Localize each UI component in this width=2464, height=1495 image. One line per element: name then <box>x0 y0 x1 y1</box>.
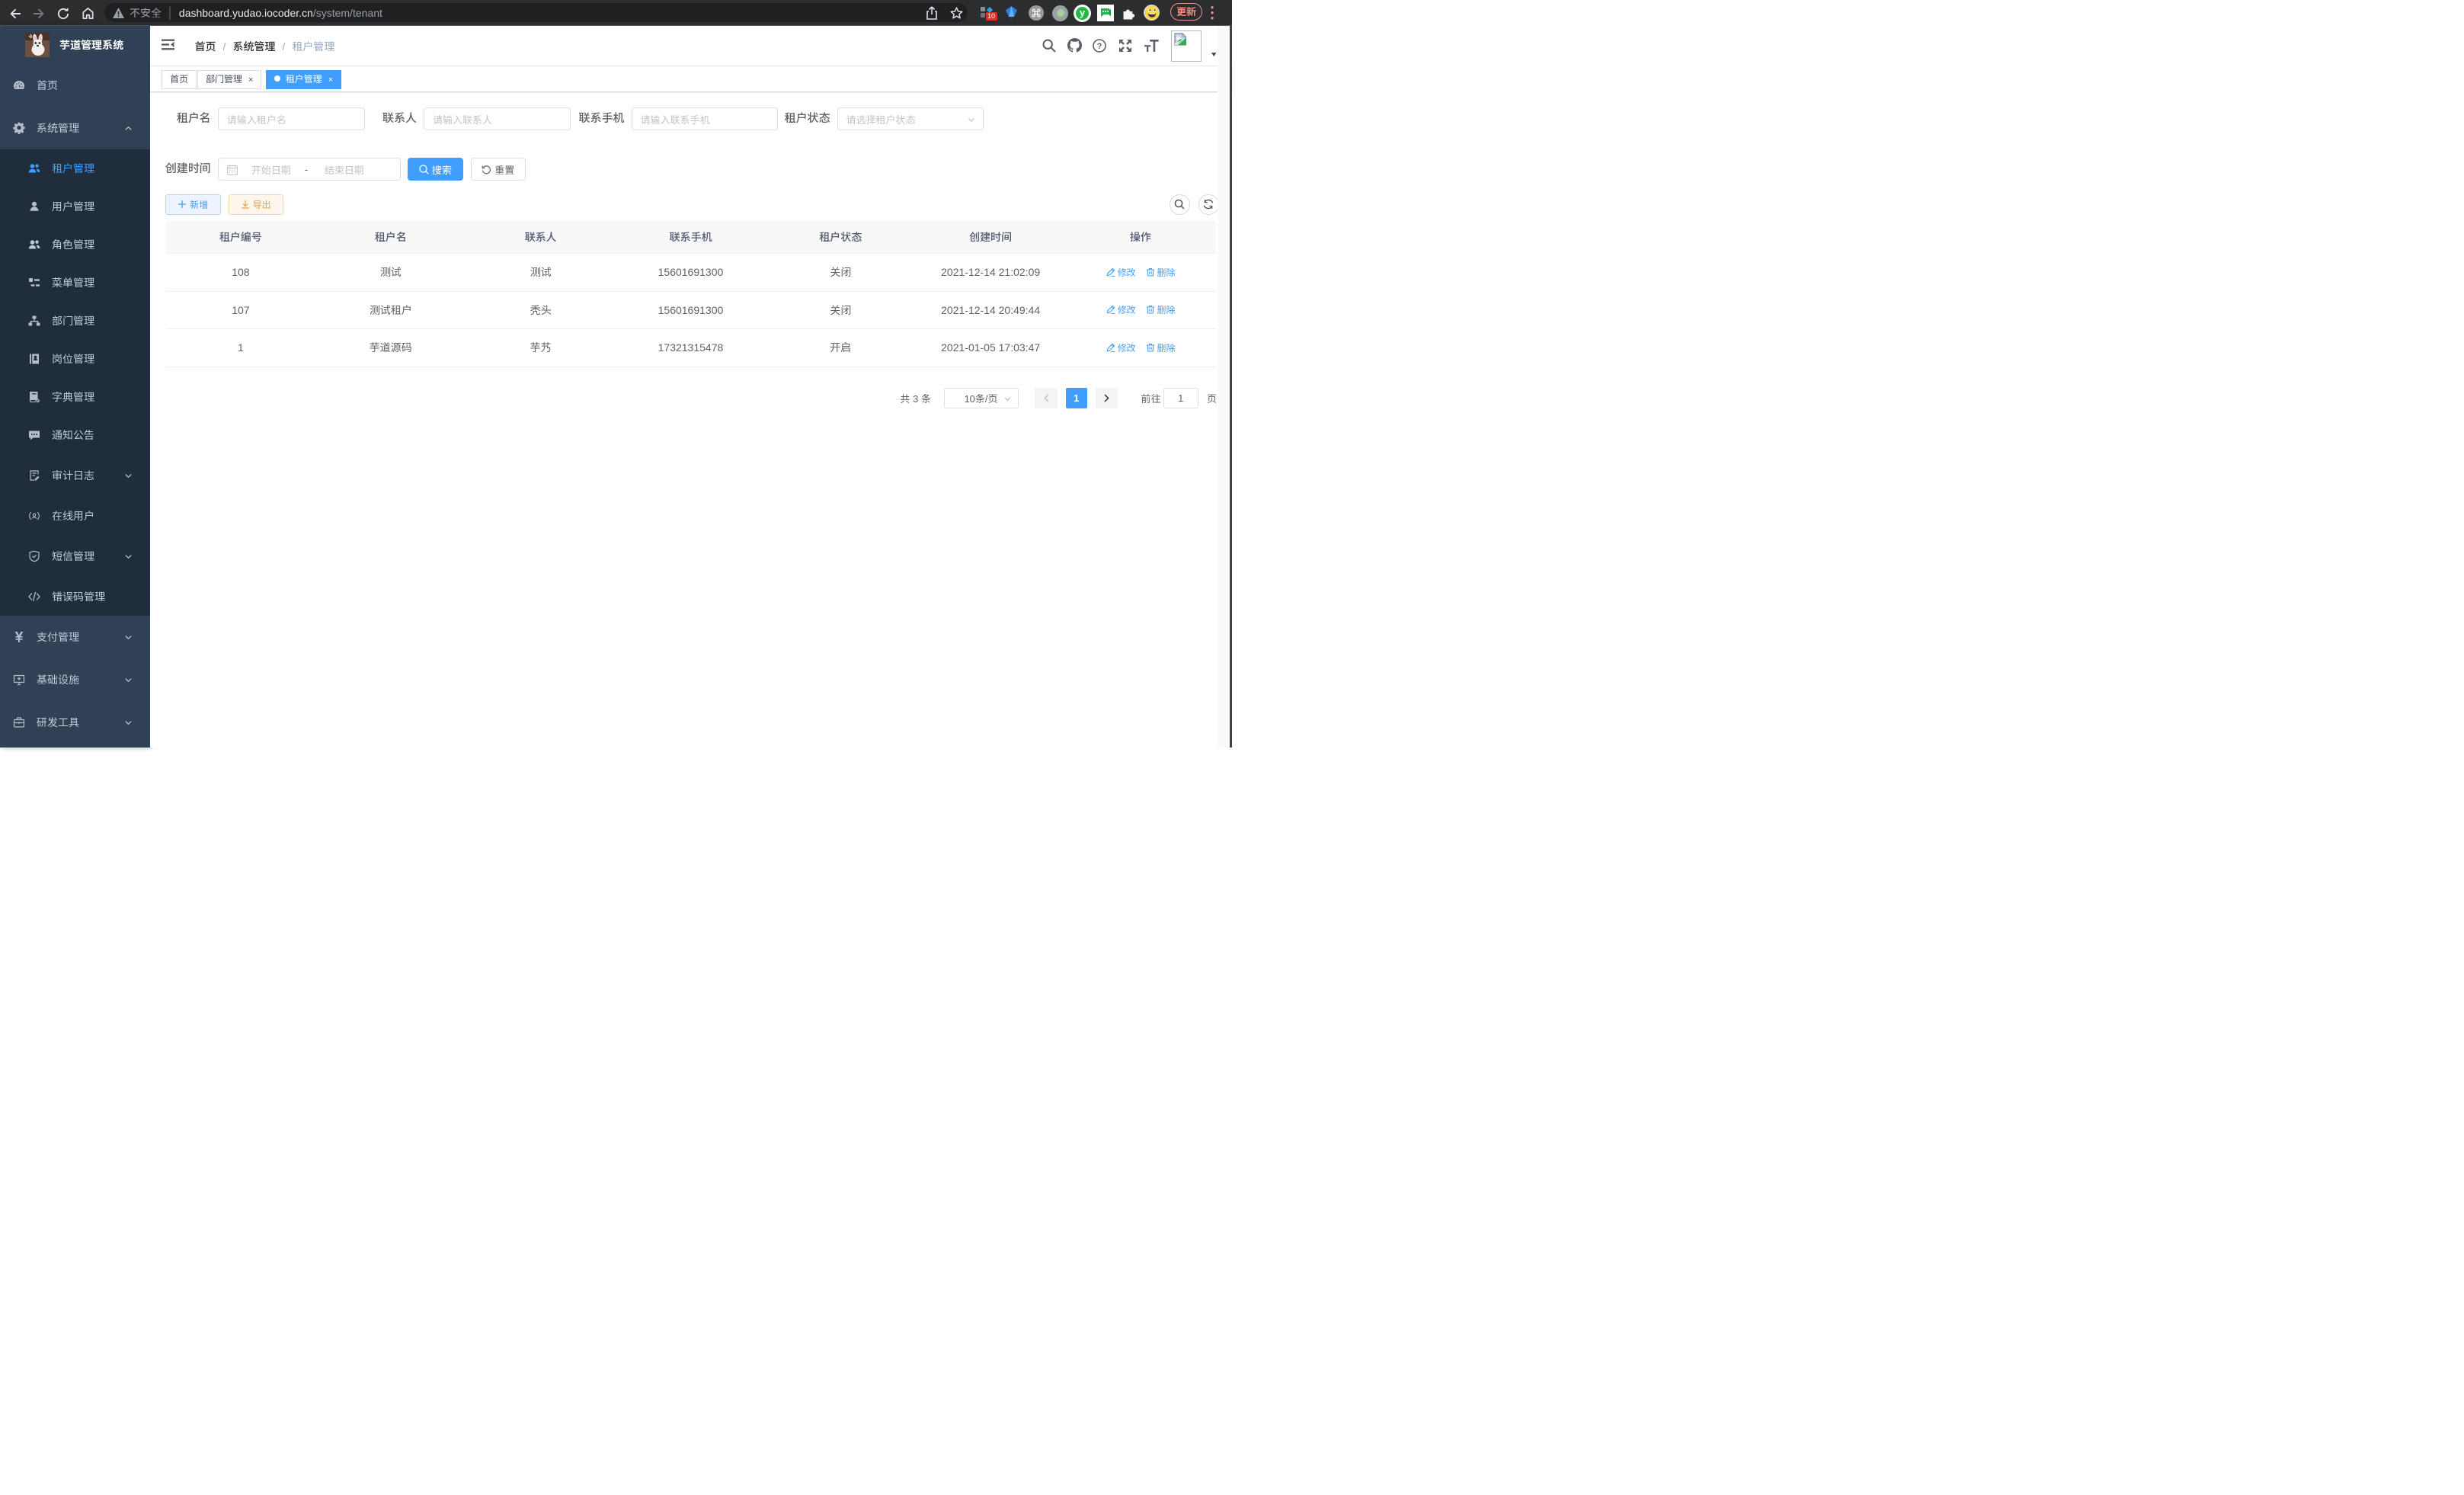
svg-text:?: ? <box>1097 42 1102 51</box>
